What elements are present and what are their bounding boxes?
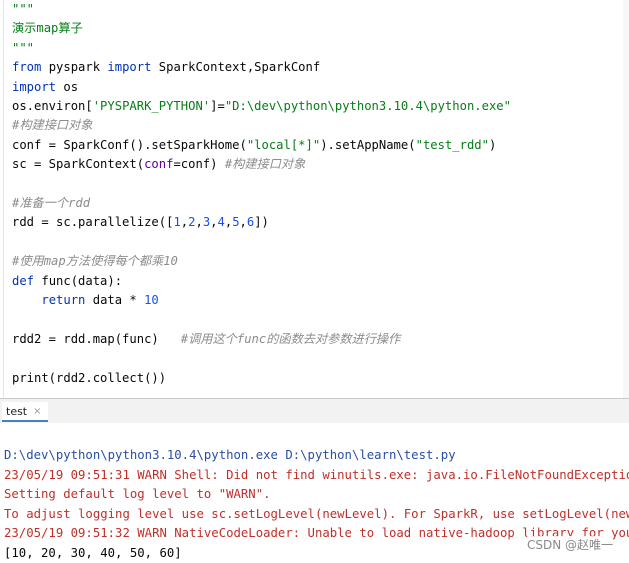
code-line[interactable]: def func(data): <box>12 273 122 289</box>
console-line: [10, 20, 30, 40, 50, 60] <box>4 546 182 560</box>
code-token: ).setAppName( <box>320 137 416 152</box>
editor-scrollbar[interactable] <box>623 0 629 398</box>
code-token: rdd = sc.parallelize([ <box>12 215 174 230</box>
code-token: data * <box>85 293 145 307</box>
code-token: return <box>41 293 86 307</box>
code-token: 5 <box>232 215 240 230</box>
code-token: """ <box>12 40 35 55</box>
console-line: 23/05/19 09:51:31 WARN Shell: Did not fi… <box>4 467 629 482</box>
watermark: CSDN @赵唯一 <box>526 536 613 553</box>
code-token: func(data): <box>34 273 123 288</box>
code-line[interactable]: from pyspark import SparkContext,SparkCo… <box>12 59 320 75</box>
code-token: , <box>239 215 247 230</box>
console-line: D:\dev\python\python3.10.4\python.exe D:… <box>4 448 456 462</box>
code-token: import <box>107 60 152 75</box>
code-line[interactable]: sc = SparkContext(conf=conf) #构建接口对象 <box>12 156 305 172</box>
code-token: 'PYSPARK_PYTHON' <box>92 99 211 113</box>
code-token: from <box>12 60 42 75</box>
gutter-divider <box>3 0 4 398</box>
code-line[interactable]: #准备一个rdd <box>12 195 90 211</box>
code-token: 10 <box>144 293 159 307</box>
code-line[interactable]: conf = SparkConf().setSparkHome("local[*… <box>12 137 496 153</box>
code-token: sc = SparkContext( <box>12 157 145 172</box>
code-token: def <box>12 273 35 288</box>
code-token: #构建接口对象 <box>12 118 93 133</box>
code-token: 4 <box>217 215 225 230</box>
console-line: Setting default log level to "WARN". <box>4 487 271 502</box>
code-token: conf = SparkConf().setSparkHome( <box>12 137 247 152</box>
code-line[interactable]: rdd2 = rdd.map(func) #调用这个func的函数去对参数进行操… <box>12 331 400 347</box>
code-token: =conf) <box>173 157 225 172</box>
code-line[interactable]: """ <box>12 1 34 17</box>
code-token: , <box>210 215 218 230</box>
code-token: os <box>56 79 79 94</box>
code-token: ) <box>488 137 497 152</box>
code-token: print(rdd2.collect()) <box>12 370 167 385</box>
close-icon[interactable]: × <box>33 406 41 417</box>
code-token: ]= <box>210 99 225 113</box>
code-token: "local[*]" <box>246 137 321 152</box>
console-line: To adjust logging level use sc.setLogLev… <box>4 506 629 521</box>
code-token: pyspark <box>41 60 108 75</box>
code-token: 演示map算子 <box>12 21 83 36</box>
code-token: "test_rdd" <box>415 137 489 152</box>
code-token: 1 <box>173 215 181 230</box>
code-line[interactable]: 演示map算子 <box>12 20 83 36</box>
code-line[interactable]: #构建接口对象 <box>12 117 92 133</box>
code-line[interactable]: #使用map方法使得每个都乘10 <box>12 253 178 269</box>
code-token: , <box>195 215 203 230</box>
code-token: SparkContext,SparkConf <box>151 60 321 75</box>
run-tab-label: test <box>6 404 28 418</box>
code-token: #调用这个func的函数去对参数进行操作 <box>180 331 401 346</box>
code-line[interactable]: return data * 10 <box>12 292 159 308</box>
code-line[interactable]: rdd = sc.parallelize([1,2,3,4,5,6]) <box>12 214 269 230</box>
code-token: os.environ[ <box>12 99 93 113</box>
code-editor[interactable]: """ 演示map算子 """ from pyspark import SparkCo… <box>0 0 629 398</box>
code-token: import <box>12 79 57 94</box>
run-tool-window-header: test × <box>0 398 629 423</box>
code-line[interactable]: os.environ['PYSPARK_PYTHON']="D:\dev\pyt… <box>12 98 511 114</box>
tab-run-test[interactable]: test × <box>2 402 48 422</box>
code-token: rdd2 = rdd.map(func) <box>12 331 181 346</box>
code-token: ]) <box>254 215 269 230</box>
code-token: #准备一个rdd <box>12 196 91 210</box>
code-token: #构建接口对象 <box>224 157 306 172</box>
code-token: #使用map方法使得每个都乘10 <box>12 254 178 269</box>
code-token: conf <box>144 157 174 172</box>
code-token: "D:\dev\python\python3.10.4\python.exe" <box>224 99 511 113</box>
code-token: """ <box>12 2 35 16</box>
code-line[interactable]: print(rdd2.collect()) <box>12 370 166 386</box>
code-line[interactable]: """ <box>12 40 34 56</box>
code-line[interactable]: import os <box>12 79 78 95</box>
